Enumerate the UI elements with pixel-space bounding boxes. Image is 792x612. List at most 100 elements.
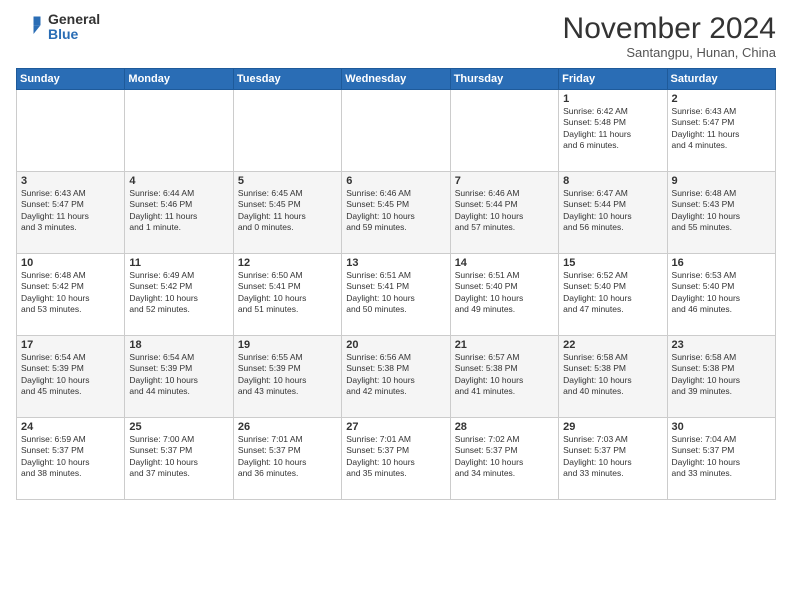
location: Santangpu, Hunan, China (563, 45, 776, 60)
day-cell: 10Sunrise: 6:48 AM Sunset: 5:42 PM Dayli… (17, 254, 125, 336)
day-cell: 24Sunrise: 6:59 AM Sunset: 5:37 PM Dayli… (17, 418, 125, 500)
title-block: November 2024 Santangpu, Hunan, China (563, 12, 776, 60)
column-header-saturday: Saturday (667, 69, 775, 90)
column-header-sunday: Sunday (17, 69, 125, 90)
day-number: 18 (129, 339, 228, 351)
day-cell: 9Sunrise: 6:48 AM Sunset: 5:43 PM Daylig… (667, 172, 775, 254)
day-number: 7 (455, 175, 554, 187)
day-info: Sunrise: 6:57 AM Sunset: 5:38 PM Dayligh… (455, 352, 554, 398)
day-number: 12 (238, 257, 337, 269)
day-cell (125, 90, 233, 172)
day-info: Sunrise: 6:43 AM Sunset: 5:47 PM Dayligh… (21, 188, 120, 234)
day-cell: 22Sunrise: 6:58 AM Sunset: 5:38 PM Dayli… (559, 336, 667, 418)
day-cell: 2Sunrise: 6:43 AM Sunset: 5:47 PM Daylig… (667, 90, 775, 172)
day-cell (17, 90, 125, 172)
day-cell: 28Sunrise: 7:02 AM Sunset: 5:37 PM Dayli… (450, 418, 558, 500)
day-number: 28 (455, 421, 554, 433)
day-number: 8 (563, 175, 662, 187)
day-number: 5 (238, 175, 337, 187)
logo-blue: Blue (48, 27, 100, 42)
day-info: Sunrise: 7:01 AM Sunset: 5:37 PM Dayligh… (238, 434, 337, 480)
day-cell (233, 90, 341, 172)
day-cell (450, 90, 558, 172)
day-number: 23 (672, 339, 771, 351)
day-info: Sunrise: 6:48 AM Sunset: 5:43 PM Dayligh… (672, 188, 771, 234)
day-info: Sunrise: 7:02 AM Sunset: 5:37 PM Dayligh… (455, 434, 554, 480)
week-row-3: 10Sunrise: 6:48 AM Sunset: 5:42 PM Dayli… (17, 254, 776, 336)
day-cell: 30Sunrise: 7:04 AM Sunset: 5:37 PM Dayli… (667, 418, 775, 500)
day-number: 9 (672, 175, 771, 187)
day-number: 22 (563, 339, 662, 351)
day-info: Sunrise: 6:49 AM Sunset: 5:42 PM Dayligh… (129, 270, 228, 316)
week-row-1: 1Sunrise: 6:42 AM Sunset: 5:48 PM Daylig… (17, 90, 776, 172)
header-row: SundayMondayTuesdayWednesdayThursdayFrid… (17, 69, 776, 90)
day-cell: 12Sunrise: 6:50 AM Sunset: 5:41 PM Dayli… (233, 254, 341, 336)
column-header-thursday: Thursday (450, 69, 558, 90)
calendar-body: 1Sunrise: 6:42 AM Sunset: 5:48 PM Daylig… (17, 90, 776, 500)
logo-general: General (48, 12, 100, 27)
day-info: Sunrise: 7:03 AM Sunset: 5:37 PM Dayligh… (563, 434, 662, 480)
day-info: Sunrise: 6:51 AM Sunset: 5:40 PM Dayligh… (455, 270, 554, 316)
day-number: 14 (455, 257, 554, 269)
logo-icon (16, 13, 44, 41)
day-info: Sunrise: 6:42 AM Sunset: 5:48 PM Dayligh… (563, 106, 662, 152)
day-cell: 19Sunrise: 6:55 AM Sunset: 5:39 PM Dayli… (233, 336, 341, 418)
column-header-wednesday: Wednesday (342, 69, 450, 90)
day-info: Sunrise: 7:01 AM Sunset: 5:37 PM Dayligh… (346, 434, 445, 480)
day-info: Sunrise: 6:46 AM Sunset: 5:44 PM Dayligh… (455, 188, 554, 234)
day-number: 6 (346, 175, 445, 187)
day-cell: 6Sunrise: 6:46 AM Sunset: 5:45 PM Daylig… (342, 172, 450, 254)
day-cell: 1Sunrise: 6:42 AM Sunset: 5:48 PM Daylig… (559, 90, 667, 172)
day-cell (342, 90, 450, 172)
day-cell: 29Sunrise: 7:03 AM Sunset: 5:37 PM Dayli… (559, 418, 667, 500)
day-info: Sunrise: 6:56 AM Sunset: 5:38 PM Dayligh… (346, 352, 445, 398)
day-cell: 16Sunrise: 6:53 AM Sunset: 5:40 PM Dayli… (667, 254, 775, 336)
day-info: Sunrise: 7:00 AM Sunset: 5:37 PM Dayligh… (129, 434, 228, 480)
day-info: Sunrise: 6:44 AM Sunset: 5:46 PM Dayligh… (129, 188, 228, 234)
day-number: 19 (238, 339, 337, 351)
day-cell: 5Sunrise: 6:45 AM Sunset: 5:45 PM Daylig… (233, 172, 341, 254)
day-cell: 18Sunrise: 6:54 AM Sunset: 5:39 PM Dayli… (125, 336, 233, 418)
calendar-table: SundayMondayTuesdayWednesdayThursdayFrid… (16, 68, 776, 500)
column-header-friday: Friday (559, 69, 667, 90)
day-cell: 26Sunrise: 7:01 AM Sunset: 5:37 PM Dayli… (233, 418, 341, 500)
day-cell: 14Sunrise: 6:51 AM Sunset: 5:40 PM Dayli… (450, 254, 558, 336)
column-header-tuesday: Tuesday (233, 69, 341, 90)
day-number: 30 (672, 421, 771, 433)
day-info: Sunrise: 6:55 AM Sunset: 5:39 PM Dayligh… (238, 352, 337, 398)
day-number: 11 (129, 257, 228, 269)
column-header-monday: Monday (125, 69, 233, 90)
day-number: 1 (563, 93, 662, 105)
day-number: 4 (129, 175, 228, 187)
week-row-5: 24Sunrise: 6:59 AM Sunset: 5:37 PM Dayli… (17, 418, 776, 500)
day-info: Sunrise: 6:46 AM Sunset: 5:45 PM Dayligh… (346, 188, 445, 234)
day-number: 21 (455, 339, 554, 351)
day-cell: 7Sunrise: 6:46 AM Sunset: 5:44 PM Daylig… (450, 172, 558, 254)
day-number: 15 (563, 257, 662, 269)
day-number: 25 (129, 421, 228, 433)
day-number: 3 (21, 175, 120, 187)
day-cell: 3Sunrise: 6:43 AM Sunset: 5:47 PM Daylig… (17, 172, 125, 254)
day-cell: 23Sunrise: 6:58 AM Sunset: 5:38 PM Dayli… (667, 336, 775, 418)
day-cell: 21Sunrise: 6:57 AM Sunset: 5:38 PM Dayli… (450, 336, 558, 418)
day-info: Sunrise: 6:52 AM Sunset: 5:40 PM Dayligh… (563, 270, 662, 316)
logo-text: General Blue (48, 12, 100, 43)
page: General Blue November 2024 Santangpu, Hu… (0, 0, 792, 612)
day-info: Sunrise: 6:58 AM Sunset: 5:38 PM Dayligh… (672, 352, 771, 398)
week-row-2: 3Sunrise: 6:43 AM Sunset: 5:47 PM Daylig… (17, 172, 776, 254)
day-info: Sunrise: 6:54 AM Sunset: 5:39 PM Dayligh… (21, 352, 120, 398)
day-info: Sunrise: 6:54 AM Sunset: 5:39 PM Dayligh… (129, 352, 228, 398)
day-number: 2 (672, 93, 771, 105)
day-cell: 20Sunrise: 6:56 AM Sunset: 5:38 PM Dayli… (342, 336, 450, 418)
day-cell: 27Sunrise: 7:01 AM Sunset: 5:37 PM Dayli… (342, 418, 450, 500)
day-info: Sunrise: 6:59 AM Sunset: 5:37 PM Dayligh… (21, 434, 120, 480)
day-number: 29 (563, 421, 662, 433)
day-info: Sunrise: 6:43 AM Sunset: 5:47 PM Dayligh… (672, 106, 771, 152)
day-info: Sunrise: 6:51 AM Sunset: 5:41 PM Dayligh… (346, 270, 445, 316)
calendar-header: SundayMondayTuesdayWednesdayThursdayFrid… (17, 69, 776, 90)
day-info: Sunrise: 6:48 AM Sunset: 5:42 PM Dayligh… (21, 270, 120, 316)
day-info: Sunrise: 7:04 AM Sunset: 5:37 PM Dayligh… (672, 434, 771, 480)
day-cell: 4Sunrise: 6:44 AM Sunset: 5:46 PM Daylig… (125, 172, 233, 254)
day-info: Sunrise: 6:58 AM Sunset: 5:38 PM Dayligh… (563, 352, 662, 398)
day-info: Sunrise: 6:50 AM Sunset: 5:41 PM Dayligh… (238, 270, 337, 316)
